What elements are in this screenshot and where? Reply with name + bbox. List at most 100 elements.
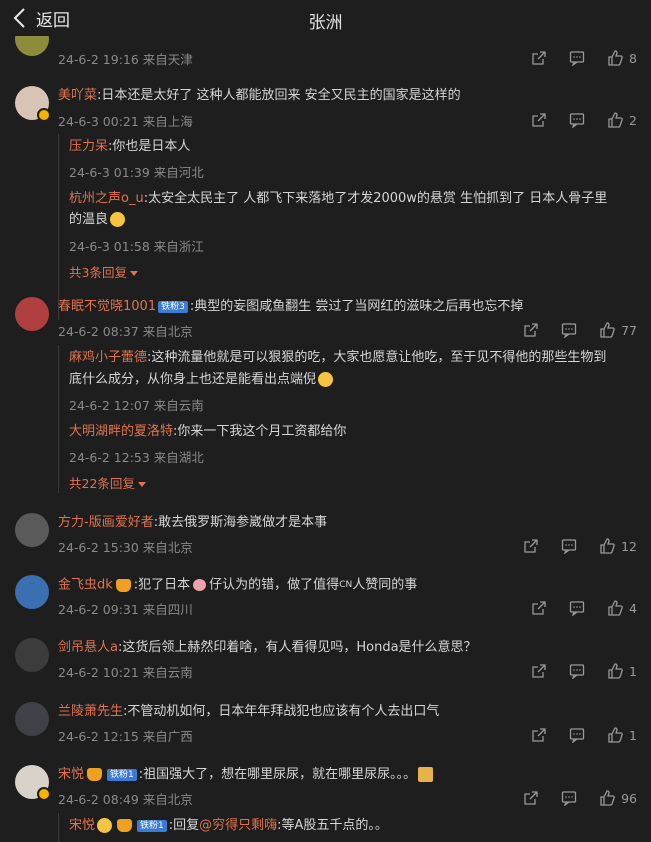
username[interactable]: 宋悦 <box>69 818 95 833</box>
reply-text: 大明湖畔的夏洛特:你来一下我这个月工资都给你 <box>69 424 347 439</box>
like-count: 2 <box>629 112 637 128</box>
caret-down-icon <box>137 482 146 487</box>
comment-text: 方力-版画爱好者:敢去俄罗斯海参崴做才是本事 <box>58 515 328 530</box>
reply-text: 宋悦 铁粉1:回复@穷得只剩嗨:等A股五千点的。。 <box>69 818 388 833</box>
comment-icon[interactable] <box>561 790 577 806</box>
username[interactable]: 春眠不觉晓1001 <box>58 299 156 314</box>
emoji-icon <box>97 818 113 833</box>
share-icon[interactable] <box>531 663 547 679</box>
share-icon[interactable] <box>531 50 547 66</box>
username[interactable]: 兰陵萧先生 <box>58 704 123 719</box>
emoji-icon <box>318 372 334 387</box>
comment-meta: 24-6-3 00:21 来自上海 <box>58 114 193 129</box>
comment-icon[interactable] <box>561 538 577 554</box>
avatar[interactable] <box>15 575 49 609</box>
username[interactable]: 杭州之声o_u <box>69 191 144 206</box>
pig-emoji-icon <box>193 579 207 591</box>
avatar[interactable] <box>15 36 49 56</box>
avatar[interactable] <box>15 297 49 331</box>
comment-icon[interactable] <box>569 600 585 616</box>
reply-meta: 24-6-2 12:53 来自湖北 <box>69 450 204 465</box>
emoji-icon <box>110 212 126 227</box>
reply-text: 压力呆:你也是日本人 <box>69 139 191 154</box>
crown-icon <box>115 578 131 592</box>
username[interactable]: 美吖菜 <box>58 88 97 103</box>
like-count: 12 <box>621 538 637 554</box>
like-count: 1 <box>629 663 637 679</box>
username[interactable]: 金飞虫dk <box>58 578 113 593</box>
comment-text: 剑吊悬人a:这货后领上赫然印着啥，有人看得见吗，Honda是什么意思？ <box>58 640 477 655</box>
reply-text: 杭州之声o_u:太安全太民主了 人都飞下来落地了才发2000w的悬赏 生怕抓到了… <box>69 191 608 206</box>
like-icon[interactable] <box>607 600 623 616</box>
like-icon[interactable] <box>607 663 623 679</box>
comment-icon[interactable] <box>569 112 585 128</box>
like-count: 96 <box>621 790 637 806</box>
reply-meta: 24-6-3 01:58 来自浙江 <box>69 239 204 254</box>
more-replies-link[interactable]: 共3条回复 <box>69 262 138 281</box>
page-title: 张洲 <box>308 13 343 33</box>
comment-text: 金飞虫dk:犯了日本 仔认为的错，做了值得CN人赞同的事 <box>58 577 418 593</box>
comment-text: 宋悦 铁粉1:祖国强大了，想在哪里尿尿，就在哪里尿尿。。。 <box>58 765 435 785</box>
username[interactable]: 压力呆 <box>69 139 108 154</box>
username[interactable]: 麻鸡小子蕾德 <box>69 350 147 365</box>
like-icon[interactable] <box>607 727 623 743</box>
verified-badge-icon <box>37 787 51 801</box>
like-count: 1 <box>629 727 637 743</box>
more-replies-link[interactable]: 共22条回复 <box>69 473 146 492</box>
like-count: 8 <box>629 50 637 66</box>
comment-meta: 24-6-2 19:16 来自天津 <box>58 52 193 67</box>
share-icon[interactable] <box>531 600 547 616</box>
share-icon[interactable] <box>531 112 547 128</box>
emoji-icon <box>418 767 434 782</box>
username[interactable]: 方力-版画爱好者 <box>58 515 154 530</box>
avatar[interactable] <box>15 702 49 736</box>
avatar[interactable] <box>15 513 49 547</box>
reply-text-cont: 底什么成分，从你身上也还是能看出点端倪 <box>69 369 335 391</box>
comment-icon[interactable] <box>561 322 577 338</box>
fan-badge: 铁粉1 <box>137 819 167 832</box>
username[interactable]: 剑吊悬人a <box>58 640 118 655</box>
like-count: 77 <box>621 322 637 338</box>
username[interactable]: 大明湖畔的夏洛特 <box>69 424 173 439</box>
comment-icon[interactable] <box>569 727 585 743</box>
share-icon[interactable] <box>523 322 539 338</box>
comment-meta: 24-6-2 12:15 来自广西 <box>58 729 193 744</box>
reply-text-cont: 的温良 <box>69 209 127 231</box>
share-icon[interactable] <box>531 727 547 743</box>
comment-text: 兰陵萧先生:不管动机如何，日本年年拜战犯也应该有个人去出口气 <box>58 704 440 719</box>
like-icon[interactable] <box>599 790 615 806</box>
comment-meta: 24-6-2 08:49 来自北京 <box>58 792 193 807</box>
fan-badge: 铁粉1 <box>107 768 137 781</box>
caret-down-icon <box>129 271 138 276</box>
share-icon[interactable] <box>523 790 539 806</box>
crown-icon <box>117 819 133 832</box>
comment-meta: 24-6-2 15:30 来自北京 <box>58 540 193 555</box>
like-icon[interactable] <box>607 112 623 128</box>
share-icon[interactable] <box>523 538 539 554</box>
comment-meta: 24-6-2 09:31 来自四川 <box>58 602 193 617</box>
like-icon[interactable] <box>599 538 615 554</box>
comment-list: 24-6-2 19:16 来自天津 8 美吖菜:日本还是太好了 这种人都能放回来… <box>0 36 651 842</box>
comment-meta: 24-6-2 10:21 来自云南 <box>58 665 193 680</box>
like-icon[interactable] <box>607 50 623 66</box>
crown-icon <box>87 768 103 781</box>
like-icon[interactable] <box>599 322 615 338</box>
fan-badge: 铁粉3 <box>158 300 188 313</box>
reply-list: 宋悦 铁粉1:回复@穷得只剩嗨:等A股五千点的。。 <box>58 813 639 842</box>
reply-list: 麻鸡小子蕾德:这种流量他就是可以狠狠的吃，大家也愿意让他吃，至于见不得他的那些生… <box>58 345 639 493</box>
comment-icon[interactable] <box>569 50 585 66</box>
reply-meta: 24-6-2 12:07 来自云南 <box>69 398 204 413</box>
mention-link[interactable]: @穷得只剩嗨 <box>199 818 277 833</box>
comment-text: 美吖菜:日本还是太好了 这种人都能放回来 安全又民主的国家是这样的 <box>58 88 461 103</box>
like-count: 4 <box>629 600 637 616</box>
comment-meta: 24-6-2 08:37 来自北京 <box>58 324 193 339</box>
reply-meta: 24-6-3 01:39 来自河北 <box>69 165 204 180</box>
reply-list: 压力呆:你也是日本人 24-6-3 01:39 来自河北 杭州之声o_u:太安全… <box>58 134 639 320</box>
reply-text: 麻鸡小子蕾德:这种流量他就是可以狠狠的吃，大家也愿意让他吃，至于见不得他的那些生… <box>69 350 607 365</box>
username[interactable]: 宋悦 <box>58 767 84 782</box>
comment-text: 春眠不觉晓1001 铁粉3:典型的妄图咸鱼翻生 尝过了当网红的滋味之后再也忘不掉 <box>58 299 524 314</box>
avatar[interactable] <box>15 638 49 672</box>
verified-badge-icon <box>37 108 51 122</box>
top-bar: 返回 张洲 <box>0 0 651 36</box>
comment-icon[interactable] <box>569 663 585 679</box>
